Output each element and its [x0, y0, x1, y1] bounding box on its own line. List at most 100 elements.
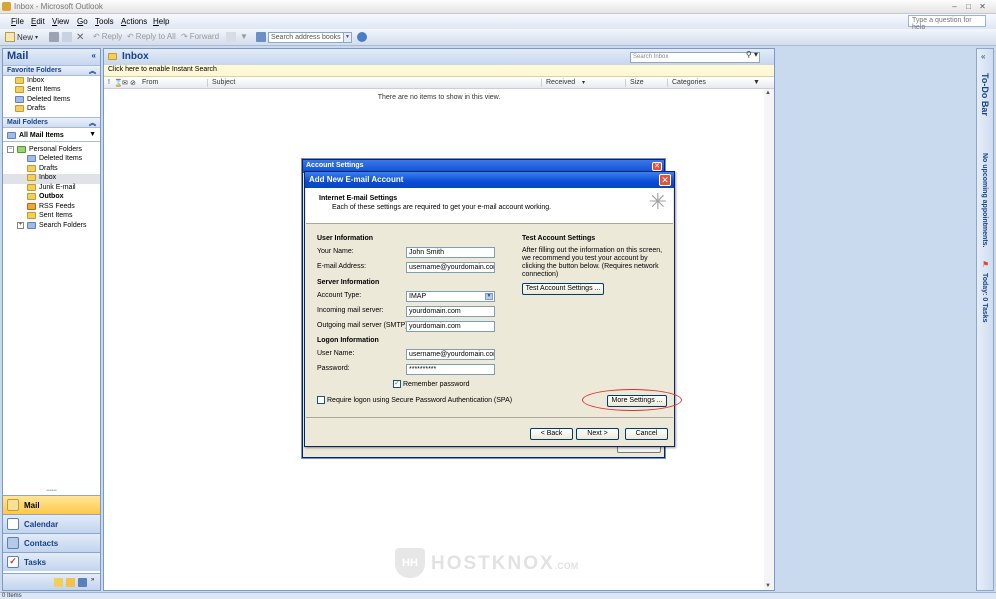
collapse-icon[interactable]: ︽: [89, 66, 96, 76]
delete-button[interactable]: ✕: [76, 32, 84, 43]
shortcuts-icon[interactable]: [78, 578, 87, 587]
nav-pane-splitter[interactable]: ••••••: [3, 489, 100, 494]
chevron-down-icon[interactable]: ▼: [485, 293, 493, 300]
test-account-settings-button[interactable]: Test Account Settings ...: [522, 283, 604, 295]
username-input[interactable]: username@yourdomain.com: [406, 349, 495, 360]
help-button[interactable]: [357, 32, 367, 42]
header-subtitle: Each of these settings are required to g…: [332, 204, 552, 211]
folder-junk-email[interactable]: Junk E-mail: [27, 184, 76, 191]
maximize-icon[interactable]: □: [964, 2, 973, 11]
folder-rss-feeds[interactable]: RSS Feeds: [27, 203, 75, 210]
column-size[interactable]: Size: [630, 79, 644, 86]
collapse-icon[interactable]: ︽: [89, 118, 96, 128]
vertical-scrollbar[interactable]: ▲ ▼: [764, 89, 774, 590]
attachment-column-icon[interactable]: ⊘: [130, 79, 136, 87]
favorite-deleted-items[interactable]: Deleted Items: [15, 96, 70, 103]
remember-password-checkbox[interactable]: ✓: [393, 380, 401, 388]
next-button[interactable]: Next >: [576, 428, 619, 440]
nav-button-contacts[interactable]: Contacts: [3, 533, 100, 552]
menu-go[interactable]: Go: [77, 17, 88, 26]
incoming-server-input[interactable]: yourdomain.com: [406, 306, 495, 317]
folder-inbox[interactable]: Inbox: [27, 174, 56, 181]
instant-search-input[interactable]: Search Inbox: [630, 52, 760, 63]
cancel-button[interactable]: Cancel: [625, 428, 668, 440]
forward-button[interactable]: ↷ Forward: [181, 32, 219, 41]
reply-all-button[interactable]: ↶ Reply to All: [127, 32, 176, 41]
scroll-down-icon[interactable]: ▼: [765, 583, 771, 589]
favorite-drafts[interactable]: Drafts: [15, 105, 46, 112]
password-input[interactable]: **********: [406, 364, 495, 375]
icon-column-icon[interactable]: ✉: [122, 79, 128, 87]
outgoing-server-input[interactable]: yourdomain.com: [406, 321, 495, 332]
column-categories[interactable]: Categories: [672, 79, 706, 86]
menu-help[interactable]: Help: [153, 17, 169, 26]
menu-file[interactable]: File: [11, 17, 24, 26]
close-icon[interactable]: ✕: [978, 2, 987, 11]
help-search-input[interactable]: Type a question for help: [908, 15, 986, 31]
mail-icon: [7, 499, 19, 511]
menu-actions[interactable]: Actions: [121, 17, 147, 26]
folder-outbox[interactable]: Outbox: [27, 193, 64, 200]
inbox-folder-icon: [27, 174, 36, 181]
scroll-up-icon[interactable]: ▲: [765, 90, 771, 96]
nav-button-calendar[interactable]: Calendar: [3, 514, 100, 533]
filter-button[interactable]: ▼: [240, 32, 248, 41]
account-type-select[interactable]: IMAP ▼: [406, 291, 495, 302]
folder-sent-items[interactable]: Sent Items: [27, 212, 72, 219]
notes-icon[interactable]: [54, 578, 63, 587]
outgoing-server-label: Outgoing mail server (SMTP):: [317, 322, 410, 329]
back-button[interactable]: < Back: [530, 428, 573, 440]
folder-drafts[interactable]: Drafts: [27, 165, 58, 172]
test-settings-description: After filling out the information on thi…: [522, 247, 663, 278]
categorize-button[interactable]: [226, 32, 236, 42]
expand-tree-icon[interactable]: +: [17, 222, 24, 229]
todo-bar-title[interactable]: To-Do Bar: [980, 73, 990, 116]
search-icon[interactable]: ⚲ ▾: [746, 50, 758, 59]
move-button[interactable]: [62, 32, 72, 42]
collapse-icon[interactable]: «: [92, 51, 96, 60]
minimize-icon[interactable]: –: [950, 2, 959, 11]
address-book-icon: [256, 32, 266, 42]
column-received[interactable]: Received: [546, 79, 575, 86]
address-book-button[interactable]: [256, 32, 266, 42]
menu-view[interactable]: View: [52, 17, 69, 26]
spa-checkbox[interactable]: [317, 396, 325, 404]
column-from[interactable]: From: [142, 79, 158, 86]
address-book-search-input[interactable]: Search address books ▼: [268, 32, 352, 43]
reply-button[interactable]: ↶ Reply: [93, 32, 122, 41]
remember-password-label: Remember password: [403, 381, 470, 388]
configure-buttons-icon[interactable]: »: [91, 577, 100, 586]
folder-deleted-items[interactable]: Deleted Items: [27, 155, 82, 162]
nav-button-mail[interactable]: Mail: [3, 495, 100, 514]
dialog-header: Internet E-mail Settings Each of these s…: [306, 188, 673, 224]
close-icon[interactable]: ✕: [659, 174, 671, 186]
enable-instant-search-bar[interactable]: Click here to enable Instant Search: [104, 65, 774, 77]
favorite-inbox[interactable]: Inbox: [15, 77, 44, 84]
importance-column-icon[interactable]: !: [108, 79, 110, 86]
folder-search-folders[interactable]: + Search Folders: [17, 222, 86, 229]
chevron-down-icon[interactable]: ▼: [343, 33, 351, 42]
personal-folders[interactable]: − Personal Folders: [7, 146, 82, 153]
upcoming-appointments: No upcoming appointments.: [981, 153, 988, 248]
collapse-tree-icon[interactable]: −: [7, 146, 14, 153]
mail-folders-header[interactable]: Mail Folders ︽: [3, 117, 100, 128]
close-icon[interactable]: ✕: [652, 162, 662, 171]
chevron-down-icon[interactable]: ▼: [89, 131, 96, 138]
new-button[interactable]: New ▾: [5, 32, 38, 42]
expand-todo-bar-icon[interactable]: «: [981, 52, 985, 61]
favorite-folders-header[interactable]: Favorite Folders ︽: [3, 65, 100, 76]
nav-pane-header: Mail «: [3, 49, 100, 65]
column-subject[interactable]: Subject: [212, 79, 235, 86]
menu-edit[interactable]: Edit: [31, 17, 45, 26]
all-mail-items-selector[interactable]: All Mail Items ▼: [3, 129, 100, 142]
email-input[interactable]: username@yourdomain.com: [406, 262, 495, 273]
deleted-folder-icon: [15, 96, 24, 103]
nav-button-tasks[interactable]: ✓ Tasks: [3, 552, 100, 571]
folder-list-icon[interactable]: [66, 578, 75, 587]
print-button[interactable]: [49, 32, 59, 42]
menu-tools[interactable]: Tools: [95, 17, 114, 26]
favorite-sent-items[interactable]: Sent Items: [15, 86, 60, 93]
your-name-input[interactable]: John Smith: [406, 247, 495, 258]
flag-status-column-icon[interactable]: ▼: [753, 79, 760, 86]
calendar-icon: [7, 518, 19, 530]
